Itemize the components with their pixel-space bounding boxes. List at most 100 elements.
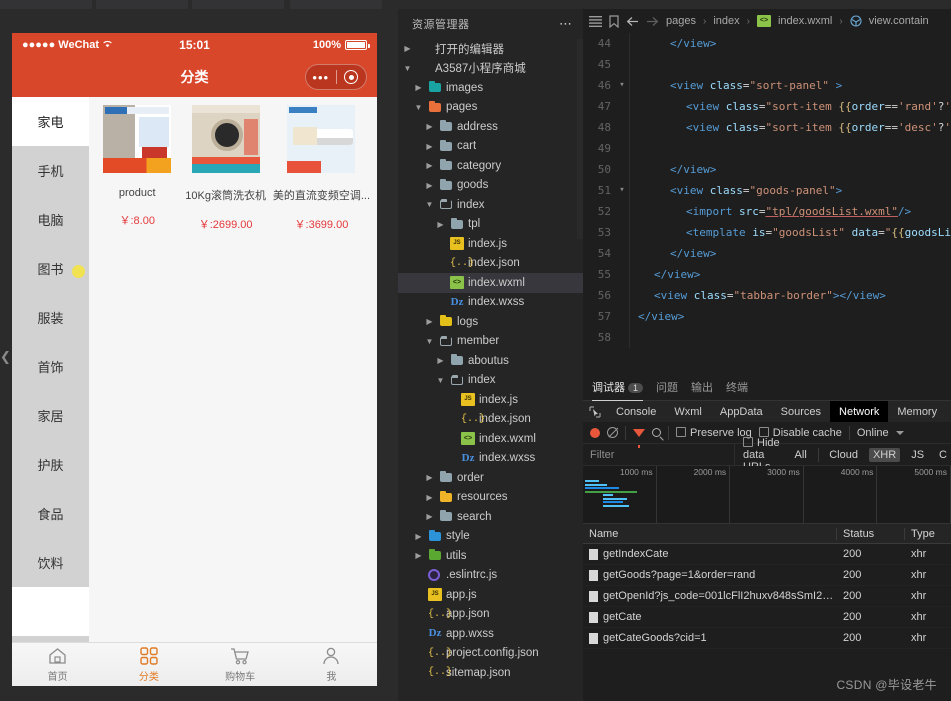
tree-item-15[interactable]: ▼ member <box>398 332 583 352</box>
filter-type-js[interactable]: JS <box>907 448 928 462</box>
sidebar-item-1[interactable]: 手机 <box>12 146 89 195</box>
tree-item-9[interactable]: ▶ tpl <box>398 215 583 235</box>
filter-input[interactable]: Filter <box>583 444 735 465</box>
chevron-right-icon[interactable]: ▶ <box>413 83 424 92</box>
table-row[interactable]: getCateGoods?cid=1 200 xhr <box>583 628 951 649</box>
table-row[interactable]: getOpenId?js_code=001lcFlI2huxv848sSmI2c… <box>583 586 951 607</box>
tree-item-19[interactable]: {..} index.json <box>398 410 583 430</box>
code-line-50[interactable]: 50 </view> <box>583 159 951 180</box>
tree-item-23[interactable]: ▶ resources <box>398 488 583 508</box>
editor-tabs-strip[interactable] <box>583 0 951 9</box>
tabbar-item-cart[interactable]: 购物车 <box>195 643 286 686</box>
tab-memory[interactable]: Memory <box>888 401 946 422</box>
tree-item-14[interactable]: ▶ logs <box>398 312 583 332</box>
filter-type-cloud[interactable]: Cloud <box>825 448 862 462</box>
tree-item-21[interactable]: ǲ index.wxss <box>398 449 583 469</box>
tree-item-3[interactable]: ▼ pages <box>398 98 583 118</box>
arrow-right-icon[interactable] <box>646 16 659 27</box>
code-line-58[interactable]: 58 <box>583 327 951 348</box>
tree-item-22[interactable]: ▶ order <box>398 468 583 488</box>
filter-type-css[interactable]: C <box>935 448 951 462</box>
bookmark-icon[interactable] <box>609 14 619 28</box>
chevron-right-icon[interactable]: ▶ <box>424 493 435 502</box>
breadcrumb-part-3[interactable]: view.contain <box>869 15 929 27</box>
fold-chevron-icon[interactable]: ▾ <box>615 180 629 201</box>
breadcrumb-part-1[interactable]: index <box>713 15 739 27</box>
tab-console[interactable]: Console <box>607 401 665 422</box>
tree-item-1[interactable]: ▼ A3587小程序商城 <box>398 59 583 79</box>
ellipsis-icon[interactable]: ⋯ <box>559 16 573 32</box>
panel-tab-terminal[interactable]: 终端 <box>726 375 748 400</box>
tree-item-17[interactable]: ▼ index <box>398 371 583 391</box>
chevron-right-icon[interactable]: ▶ <box>424 181 435 190</box>
wechat-capsule-button[interactable]: ••• <box>305 64 367 90</box>
chevron-right-icon[interactable]: ▶ <box>424 317 435 326</box>
tab-appdata[interactable]: AppData <box>711 401 772 422</box>
sidebar-item-4[interactable]: 服装 <box>12 293 89 342</box>
capsule-close-target-icon[interactable] <box>337 70 367 84</box>
panel-tab-output[interactable]: 输出 <box>691 375 713 400</box>
chevron-down-icon[interactable]: ▼ <box>435 376 446 385</box>
filter-type-all[interactable]: All <box>791 448 811 462</box>
clear-icon[interactable] <box>607 427 618 438</box>
tree-item-13[interactable]: ǲ index.wxss <box>398 293 583 313</box>
code-line-51[interactable]: 51 ▾ <view class="goods-panel"> <box>583 180 951 201</box>
tabbar-item-me[interactable]: 我 <box>286 643 377 686</box>
tab-network[interactable]: Network <box>830 401 889 422</box>
tabbar-item-category[interactable]: 分类 <box>103 643 194 686</box>
chevron-right-icon[interactable]: ▶ <box>424 512 435 521</box>
tree-item-30[interactable]: ǲ app.wxss <box>398 624 583 644</box>
tree-item-25[interactable]: ▶ style <box>398 527 583 547</box>
chevron-down-icon[interactable]: ▼ <box>402 64 413 73</box>
sidebar-item-8[interactable]: 食品 <box>12 489 89 538</box>
code-line-44[interactable]: 44 </view> <box>583 33 951 54</box>
goods-card-0[interactable]: product ￥:8.00 <box>93 105 181 232</box>
tree-item-26[interactable]: ▶ utils <box>398 546 583 566</box>
tree-item-27[interactable]: .eslintrc.js <box>398 566 583 586</box>
chevron-right-icon[interactable]: ▶ <box>435 356 446 365</box>
sidebar-item-6[interactable]: 家居 <box>12 391 89 440</box>
chevron-right-icon[interactable]: ▶ <box>435 220 446 229</box>
tree-item-0[interactable]: ▶ 打开的编辑器 <box>398 39 583 59</box>
chevron-down-icon[interactable] <box>895 430 904 435</box>
tree-item-16[interactable]: ▶ aboutus <box>398 351 583 371</box>
chevron-right-icon[interactable]: ▶ <box>424 161 435 170</box>
chevron-right-icon[interactable]: ▶ <box>424 142 435 151</box>
goods-card-2[interactable]: 美的直流变频空调... ￥:3699.00 <box>270 105 373 232</box>
chevron-right-icon[interactable]: ▶ <box>413 551 424 560</box>
tree-item-20[interactable]: <> index.wxml <box>398 429 583 449</box>
code-line-53[interactable]: 53 <template is="goodsList" data="{{goods… <box>583 222 951 243</box>
tree-item-11[interactable]: {..} index.json <box>398 254 583 274</box>
table-row[interactable]: getCate 200 xhr <box>583 607 951 628</box>
code-line-47[interactable]: 47 <view class="sort-item {{order=='rand'… <box>583 96 951 117</box>
code-line-57[interactable]: 57 </view> <box>583 306 951 327</box>
code-line-45[interactable]: 45 <box>583 54 951 75</box>
filter-icon[interactable] <box>633 428 645 448</box>
breadcrumb-part-0[interactable]: pages <box>666 15 696 27</box>
explorer-tree[interactable]: ▶ 打开的编辑器 ▼ A3587小程序商城 ▶ images ▼ pages ▶ address ▶… <box>398 39 583 683</box>
table-row[interactable]: getGoods?page=1&order=rand 200 xhr <box>583 565 951 586</box>
tabbar-item-home[interactable]: 首页 <box>12 643 103 686</box>
chevron-right-icon[interactable]: ▶ <box>402 44 413 53</box>
tree-item-4[interactable]: ▶ address <box>398 117 583 137</box>
tree-item-2[interactable]: ▶ images <box>398 78 583 98</box>
column-header-type[interactable]: Type <box>905 528 951 540</box>
panel-tab-problems[interactable]: 问题 <box>656 375 678 400</box>
goods-card-1[interactable]: 10Kg滚筒洗衣机 ￥:2699.00 <box>181 105 269 232</box>
table-row[interactable]: getIndexCate 200 xhr <box>583 544 951 565</box>
code-line-46[interactable]: 46 ▾ <view class="sort-panel" > <box>583 75 951 96</box>
tree-item-10[interactable]: JS index.js <box>398 234 583 254</box>
list-icon[interactable] <box>589 15 602 27</box>
chevron-down-icon[interactable]: ▼ <box>424 200 435 209</box>
chevron-down-icon[interactable]: ▼ <box>424 337 435 346</box>
chevron-right-icon[interactable]: ▶ <box>413 532 424 541</box>
sidebar-item-5[interactable]: 首饰 <box>12 342 89 391</box>
tree-item-12[interactable]: <> index.wxml <box>398 273 583 293</box>
column-header-status[interactable]: Status <box>837 527 905 540</box>
code-line-48[interactable]: 48 <view class="sort-item {{order=='desc'… <box>583 117 951 138</box>
sidebar-item-9[interactable]: 饮料 <box>12 538 89 587</box>
inspect-cursor-icon[interactable] <box>583 401 607 422</box>
code-area[interactable]: 44 </view> 45 46 ▾ <view class="sort-panel" >… <box>583 33 951 375</box>
tree-item-18[interactable]: JS index.js <box>398 390 583 410</box>
column-header-name[interactable]: Name <box>583 527 837 540</box>
